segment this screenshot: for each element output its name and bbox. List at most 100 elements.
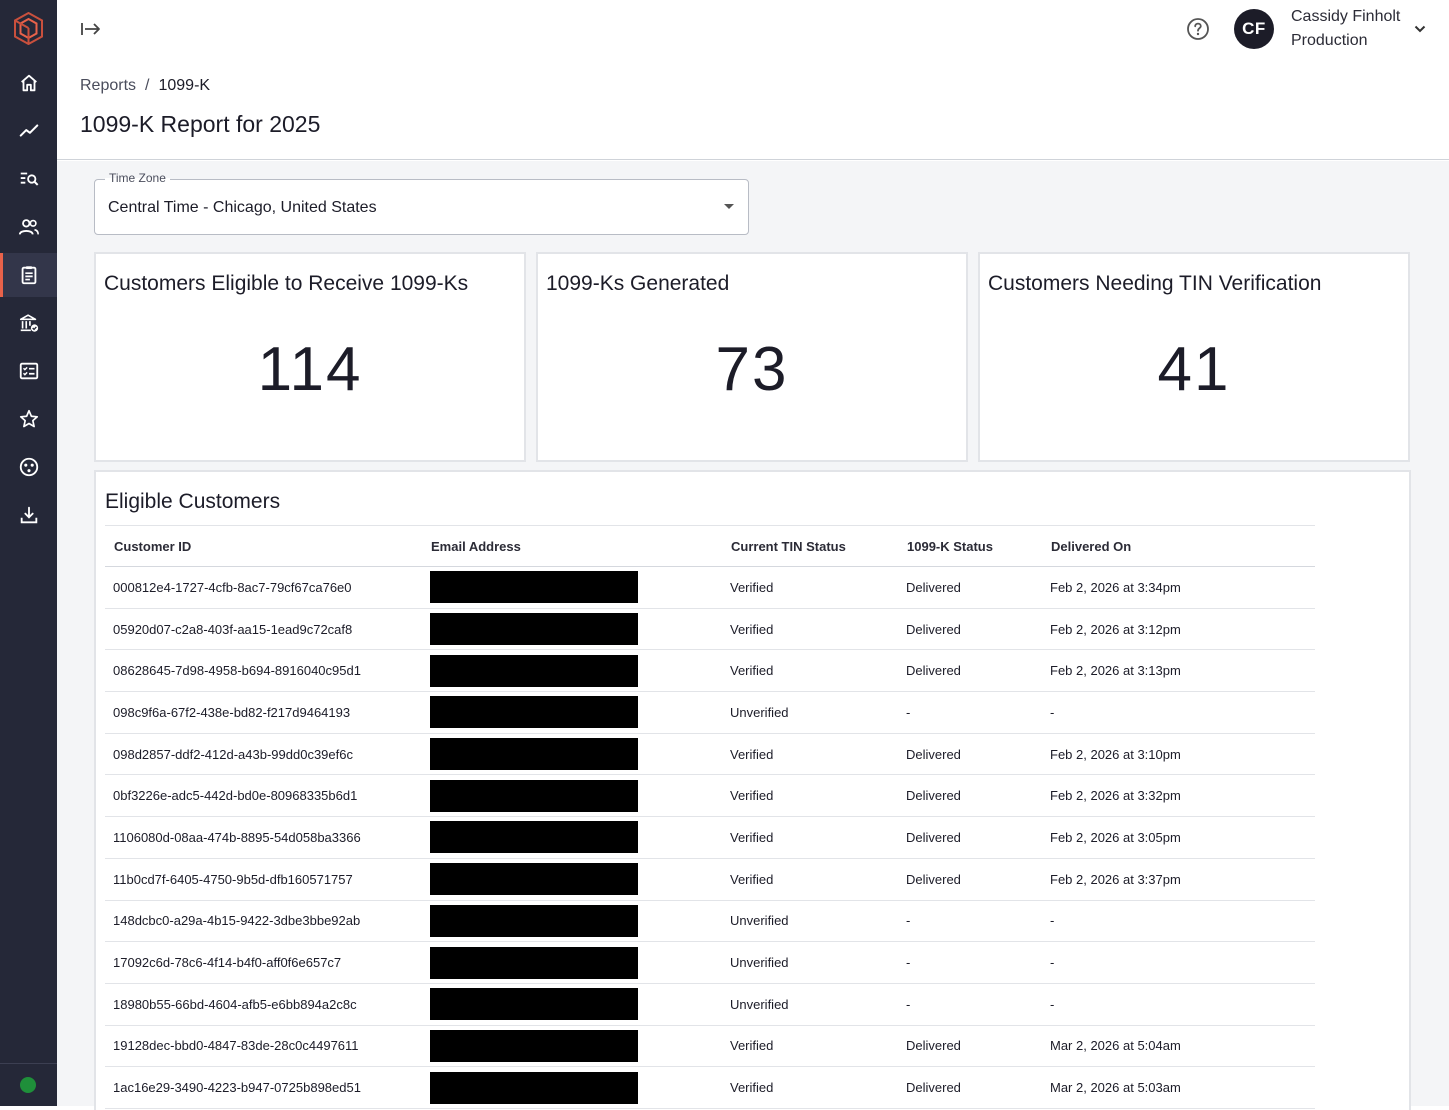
customer-id-cell: 000812e4-1727-4cfb-8ac7-79cf67ca76e0 bbox=[105, 566, 422, 609]
1099k-status-cell: Delivered bbox=[898, 774, 1042, 818]
nav-customers[interactable] bbox=[0, 205, 57, 249]
column-header-1099k-status[interactable]: 1099-K Status bbox=[898, 525, 1042, 567]
email-cell bbox=[422, 691, 722, 734]
nav-search[interactable] bbox=[0, 157, 57, 201]
email-cell bbox=[422, 858, 722, 901]
table-row[interactable]: 18980b55-66bd-4604-afb5-e6bb894a2c8c Unve… bbox=[105, 983, 1315, 1026]
delivered-on-cell: - bbox=[1042, 691, 1315, 734]
1099k-status-cell: Delivered bbox=[898, 858, 1042, 901]
redacted-email bbox=[430, 904, 638, 937]
tin-status-cell: Verified bbox=[722, 1066, 898, 1109]
customer-id-cell: 098d2857-ddf2-412d-a43b-99dd0c39ef6c bbox=[105, 733, 422, 776]
table-row[interactable]: 19128dec-bbd0-4847-83de-28c0c4497611 Veri… bbox=[105, 1025, 1315, 1068]
delivered-on-cell: Feb 2, 2026 at 3:12pm bbox=[1042, 608, 1315, 651]
nav-reports[interactable] bbox=[0, 253, 57, 297]
stat-card-title: Customers Needing TIN Verification bbox=[988, 272, 1322, 295]
1099k-status-cell: - bbox=[898, 900, 1042, 943]
table-row[interactable]: 0bf3226e-adc5-442d-bd0e-80968335b6d1 Veri… bbox=[105, 774, 1315, 818]
redacted-email bbox=[430, 1071, 638, 1104]
delivered-on-cell: Mar 2, 2026 at 5:04am bbox=[1042, 1025, 1315, 1068]
table-row[interactable]: 000812e4-1727-4cfb-8ac7-79cf67ca76e0 Veri… bbox=[105, 566, 1315, 609]
table-row[interactable]: 11b0cd7f-6405-4750-9b5d-dfb160571757 Veri… bbox=[105, 858, 1315, 901]
users-icon bbox=[18, 219, 39, 235]
nav-favorites[interactable] bbox=[0, 397, 57, 441]
customer-id-cell: 098c9f6a-67f2-438e-bd82-f217d9464193 bbox=[105, 691, 422, 734]
table-row[interactable]: 098d2857-ddf2-412d-a43b-99dd0c39ef6c Veri… bbox=[105, 733, 1315, 776]
stat-card-value: 73 bbox=[715, 335, 789, 404]
table-row[interactable]: 08628645-7d98-4958-b694-8916040c95d1 Veri… bbox=[105, 649, 1315, 693]
1099k-status-cell: Delivered bbox=[898, 608, 1042, 651]
delivered-on-cell: Feb 2, 2026 at 3:05pm bbox=[1042, 816, 1315, 859]
sidebar-divider bbox=[0, 1063, 57, 1064]
redacted-email bbox=[430, 738, 638, 771]
table-row[interactable]: 17092c6d-78c6-4f14-b4f0-aff0f6e657c7 Unve… bbox=[105, 941, 1315, 984]
breadcrumb-current: 1099-K bbox=[158, 77, 211, 94]
1099k-status-cell: Delivered bbox=[898, 816, 1042, 859]
download-icon bbox=[20, 506, 37, 524]
table-row[interactable]: 098c9f6a-67f2-438e-bd82-f217d9464193 Unve… bbox=[105, 691, 1315, 734]
trend-line-icon bbox=[19, 124, 38, 137]
redacted-email bbox=[430, 654, 638, 687]
email-cell bbox=[422, 608, 722, 651]
tin-status-cell: Unverified bbox=[722, 983, 898, 1026]
nav-analytics[interactable] bbox=[0, 109, 57, 153]
redacted-email bbox=[430, 863, 638, 896]
timezone-select[interactable]: Time Zone Central Time - Chicago, United… bbox=[94, 171, 749, 235]
cube-logo-icon[interactable] bbox=[13, 12, 44, 45]
bank-check-icon bbox=[19, 314, 38, 332]
delivered-on-cell: Feb 2, 2026 at 3:37pm bbox=[1042, 858, 1315, 901]
breadcrumb: Reports / 1099-K bbox=[80, 77, 210, 95]
collapse-arrow-icon[interactable] bbox=[79, 18, 103, 40]
stat-card-title: 1099-Ks Generated bbox=[546, 272, 730, 295]
redacted-email bbox=[430, 613, 638, 646]
delivered-on-cell: Feb 2, 2026 at 3:10pm bbox=[1042, 733, 1315, 776]
1099k-status-cell: - bbox=[898, 983, 1042, 1026]
column-header-delivered-on[interactable]: Delivered On bbox=[1042, 525, 1315, 567]
email-cell bbox=[422, 900, 722, 943]
help-circle-icon[interactable] bbox=[1186, 17, 1210, 41]
avatar[interactable]: CF bbox=[1234, 9, 1274, 49]
1099k-status-cell: Delivered bbox=[898, 649, 1042, 693]
stat-card-value: 114 bbox=[257, 335, 363, 404]
nav-integrations[interactable] bbox=[0, 445, 57, 489]
email-cell bbox=[422, 566, 722, 609]
breadcrumb-separator: / bbox=[145, 77, 150, 94]
eligible-customers-panel: Eligible Customers Customer ID Email Add… bbox=[94, 470, 1411, 1110]
chevron-down-icon[interactable] bbox=[1413, 22, 1427, 36]
customer-id-cell: 05920d07-c2a8-403f-aa15-1ead9c72caf8 bbox=[105, 608, 422, 651]
email-cell bbox=[422, 649, 722, 693]
breadcrumb-reports-link[interactable]: Reports bbox=[80, 77, 136, 95]
nav-home[interactable] bbox=[0, 61, 57, 105]
column-header-customer-id[interactable]: Customer ID bbox=[105, 525, 422, 567]
table-row[interactable]: 1ac16e29-3490-4223-b947-0725b898ed51 Veri… bbox=[105, 1066, 1315, 1109]
customer-id-cell: 19128dec-bbd0-4847-83de-28c0c4497611 bbox=[105, 1025, 422, 1068]
1099k-status-cell: Delivered bbox=[898, 733, 1042, 776]
customer-id-cell: 18980b55-66bd-4604-afb5-e6bb894a2c8c bbox=[105, 983, 422, 1026]
delivered-on-cell: - bbox=[1042, 941, 1315, 984]
table-row[interactable]: 148dcbc0-a29a-4b15-9422-3dbe3bbe92ab Unve… bbox=[105, 900, 1315, 943]
tin-status-cell: Verified bbox=[722, 816, 898, 859]
eligible-customers-table: Customer ID Email Address Current TIN St… bbox=[105, 525, 1315, 1109]
column-header-email[interactable]: Email Address bbox=[422, 525, 722, 567]
tin-status-cell: Unverified bbox=[722, 900, 898, 943]
user-name[interactable]: Cassidy Finholt bbox=[1291, 8, 1400, 26]
tin-status-cell: Unverified bbox=[722, 691, 898, 734]
column-header-tin-status[interactable]: Current TIN Status bbox=[722, 525, 898, 567]
nav-tasks[interactable] bbox=[0, 349, 57, 393]
table-row[interactable]: 05920d07-c2a8-403f-aa15-1ead9c72caf8 Veri… bbox=[105, 608, 1315, 651]
1099k-status-cell: Delivered bbox=[898, 566, 1042, 609]
delivered-on-cell: - bbox=[1042, 983, 1315, 1026]
user-environment[interactable]: Production bbox=[1291, 32, 1368, 50]
customer-id-cell: 148dcbc0-a29a-4b15-9422-3dbe3bbe92ab bbox=[105, 900, 422, 943]
nav-banking[interactable] bbox=[0, 301, 57, 345]
nav-downloads[interactable] bbox=[0, 493, 57, 537]
stat-card-value: 41 bbox=[1157, 335, 1231, 404]
connection-status-indicator bbox=[20, 1077, 36, 1093]
table-row[interactable]: 1106080d-08aa-474b-8895-54d058ba3366 Veri… bbox=[105, 816, 1315, 859]
connections-icon bbox=[19, 457, 38, 477]
tin-status-cell: Verified bbox=[722, 733, 898, 776]
redacted-email bbox=[430, 571, 638, 604]
customer-id-cell: 11b0cd7f-6405-4750-9b5d-dfb160571757 bbox=[105, 858, 422, 901]
timezone-value: Central Time - Chicago, United States bbox=[108, 199, 377, 216]
customer-id-cell: 08628645-7d98-4958-b694-8916040c95d1 bbox=[105, 649, 422, 693]
